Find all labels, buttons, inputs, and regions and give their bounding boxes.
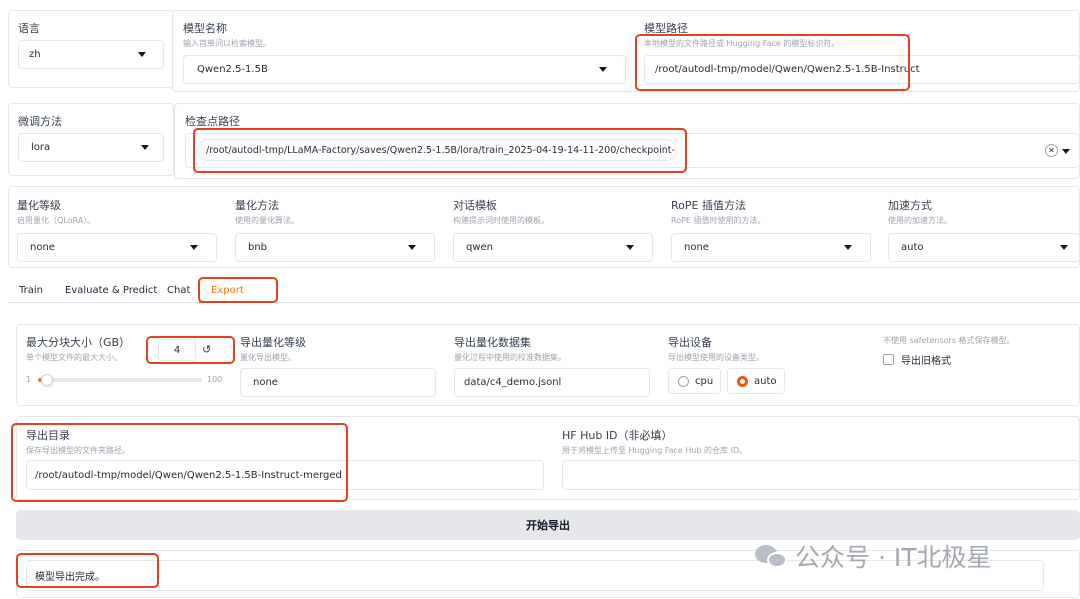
model-path-label: 模型路径 bbox=[644, 22, 688, 35]
export-quant-bit-value: none bbox=[253, 377, 278, 388]
hub-id-input[interactable] bbox=[562, 460, 1080, 490]
template-label: 对话模板 bbox=[453, 199, 497, 212]
checkpoint-chip-label: /root/autodl-tmp/LLaMA-Factory/saves/Qwe… bbox=[206, 144, 677, 156]
checkpoint-clear-icon[interactable]: ✕ bbox=[1045, 144, 1058, 157]
tab-train[interactable]: Train bbox=[19, 285, 43, 296]
rope-chevron-down-icon bbox=[844, 245, 852, 250]
watermark: 公众号 · IT北极星 bbox=[755, 538, 992, 574]
tab-active-underline bbox=[199, 301, 255, 303]
model-name-value: Qwen2.5-1.5B bbox=[197, 64, 268, 75]
export-legacy-label: 导出旧格式 bbox=[901, 356, 951, 367]
checkpoint-chip[interactable]: /root/autodl-tmp/LLaMA-Factory/saves/Qwe… bbox=[197, 139, 677, 161]
finetune-method-chevron-down-icon bbox=[141, 145, 149, 150]
export-dir-input[interactable]: /root/autodl-tmp/model/Qwen/Qwen2.5-1.5B… bbox=[26, 460, 544, 490]
template-value: qwen bbox=[466, 242, 494, 253]
export-quant-dataset-input[interactable]: data/c4_demo.jsonl bbox=[454, 368, 650, 397]
output-text: 模型导出完成。 bbox=[35, 572, 105, 583]
quant-method-dropdown[interactable]: bnb bbox=[235, 233, 435, 262]
quant-level-label: 量化等级 bbox=[17, 199, 61, 212]
rope-label: RoPE 插值方法 bbox=[671, 199, 746, 212]
model-name-dropdown[interactable]: Qwen2.5-1.5B bbox=[183, 55, 626, 84]
export-legacy-checkbox[interactable] bbox=[883, 354, 894, 365]
device-option-cpu-label: cpu bbox=[695, 375, 714, 387]
tab-evaluate-predict[interactable]: Evaluate & Predict bbox=[65, 285, 157, 296]
device-option-auto-label: auto bbox=[754, 375, 777, 387]
export-device-info: 导出模型使用的设备类型。 bbox=[668, 353, 764, 362]
template-dropdown[interactable]: qwen bbox=[453, 233, 653, 262]
model-path-input[interactable]: /root/autodl-tmp/model/Qwen/Qwen2.5-1.5B… bbox=[644, 55, 1080, 84]
finetune-method-value: lora bbox=[31, 142, 51, 153]
quant-method-chevron-down-icon bbox=[408, 245, 416, 250]
start-export-button-label: 开始导出 bbox=[526, 519, 570, 532]
device-option-auto[interactable]: auto bbox=[727, 368, 785, 394]
model-path-info: 本地模型的文件路径或 Hugging Face 的模型标识符。 bbox=[644, 39, 840, 48]
quant-level-chevron-down-icon bbox=[190, 245, 198, 250]
quant-method-label: 量化方法 bbox=[235, 199, 279, 212]
quant-method-value: bnb bbox=[248, 242, 268, 253]
accel-dropdown[interactable]: auto bbox=[888, 233, 1080, 262]
shard-size-slider[interactable] bbox=[38, 374, 202, 386]
rope-info: RoPE 插值时使用的方法。 bbox=[671, 216, 766, 225]
export-quant-dataset-info: 量化过程中使用的校准数据集。 bbox=[454, 353, 566, 362]
tab-export[interactable]: Export bbox=[211, 285, 244, 296]
model-path-value: /root/autodl-tmp/model/Qwen/Qwen2.5-1.5B… bbox=[655, 64, 920, 75]
export-dir-info: 保存导出模型的文件夹路径。 bbox=[26, 446, 130, 455]
export-quant-dataset-value: data/c4_demo.jsonl bbox=[464, 377, 562, 388]
rope-dropdown[interactable]: none bbox=[671, 233, 871, 262]
checkpoint-label: 检查点路径 bbox=[185, 115, 240, 128]
template-chevron-down-icon bbox=[626, 245, 634, 250]
wechat-icon bbox=[755, 543, 789, 569]
quant-level-value: none bbox=[30, 242, 55, 253]
export-dir-label: 导出目录 bbox=[26, 429, 70, 442]
export-dir-value: /root/autodl-tmp/model/Qwen/Qwen2.5-1.5B… bbox=[35, 469, 342, 481]
watermark-text: 公众号 · IT北极星 bbox=[795, 543, 992, 572]
shard-size-label: 最大分块大小（GB） bbox=[26, 336, 131, 349]
checkpoint-chevron-down-icon bbox=[1062, 149, 1070, 154]
reset-icon[interactable]: ↺ bbox=[202, 343, 211, 356]
shard-size-info: 单个模型文件的最大大小。 bbox=[26, 353, 122, 362]
hub-id-label: HF Hub ID（非必填） bbox=[562, 429, 673, 442]
rope-value: none bbox=[684, 242, 709, 253]
lang-chevron-down-icon bbox=[138, 52, 146, 57]
export-device-label: 导出设备 bbox=[668, 336, 712, 349]
quant-level-dropdown[interactable]: none bbox=[17, 233, 217, 262]
tab-chat[interactable]: Chat bbox=[167, 285, 190, 296]
finetune-method-label: 微调方法 bbox=[18, 115, 62, 128]
radio-cpu-icon bbox=[678, 375, 689, 387]
accel-value: auto bbox=[901, 242, 924, 253]
accel-label: 加速方式 bbox=[888, 199, 932, 212]
model-name-label: 模型名称 bbox=[183, 22, 227, 35]
export-quant-bit-dropdown[interactable]: none bbox=[240, 368, 436, 397]
lang-value: zh bbox=[29, 49, 41, 60]
export-quant-bit-label: 导出量化等级 bbox=[240, 336, 306, 349]
template-info: 构建提示词时使用的模板。 bbox=[453, 216, 549, 225]
export-legacy-info: 不使用 safetensors 格式保存模型。 bbox=[883, 336, 1015, 345]
export-quant-dataset-label: 导出量化数据集 bbox=[454, 336, 531, 349]
tab-divider bbox=[8, 302, 1080, 303]
model-name-info: 输入首单词以检索模型。 bbox=[183, 39, 271, 48]
lang-label: 语言 bbox=[18, 22, 40, 35]
shard-size-number-input[interactable]: 4 bbox=[158, 339, 196, 361]
model-name-chevron-down-icon bbox=[599, 67, 607, 72]
slider-thumb[interactable] bbox=[40, 374, 53, 386]
quant-method-info: 使用的量化算法。 bbox=[235, 216, 299, 225]
slider-max-label: 100 bbox=[207, 375, 223, 384]
accel-chevron-down-icon bbox=[1060, 245, 1068, 250]
accel-info: 使用的加速方法。 bbox=[888, 216, 952, 225]
radio-auto-icon bbox=[737, 375, 748, 387]
export-quant-bit-info: 量化导出模型。 bbox=[240, 353, 296, 362]
start-export-button[interactable]: 开始导出 bbox=[16, 510, 1080, 540]
device-option-cpu[interactable]: cpu bbox=[668, 368, 721, 394]
shard-size-value: 4 bbox=[173, 344, 181, 356]
quant-level-info: 启用量化（QLoRA）。 bbox=[17, 216, 96, 225]
slider-min-label: 1 bbox=[26, 375, 32, 384]
hub-id-info: 用于将模型上传至 Hugging Face Hub 的仓库 ID。 bbox=[562, 446, 748, 455]
